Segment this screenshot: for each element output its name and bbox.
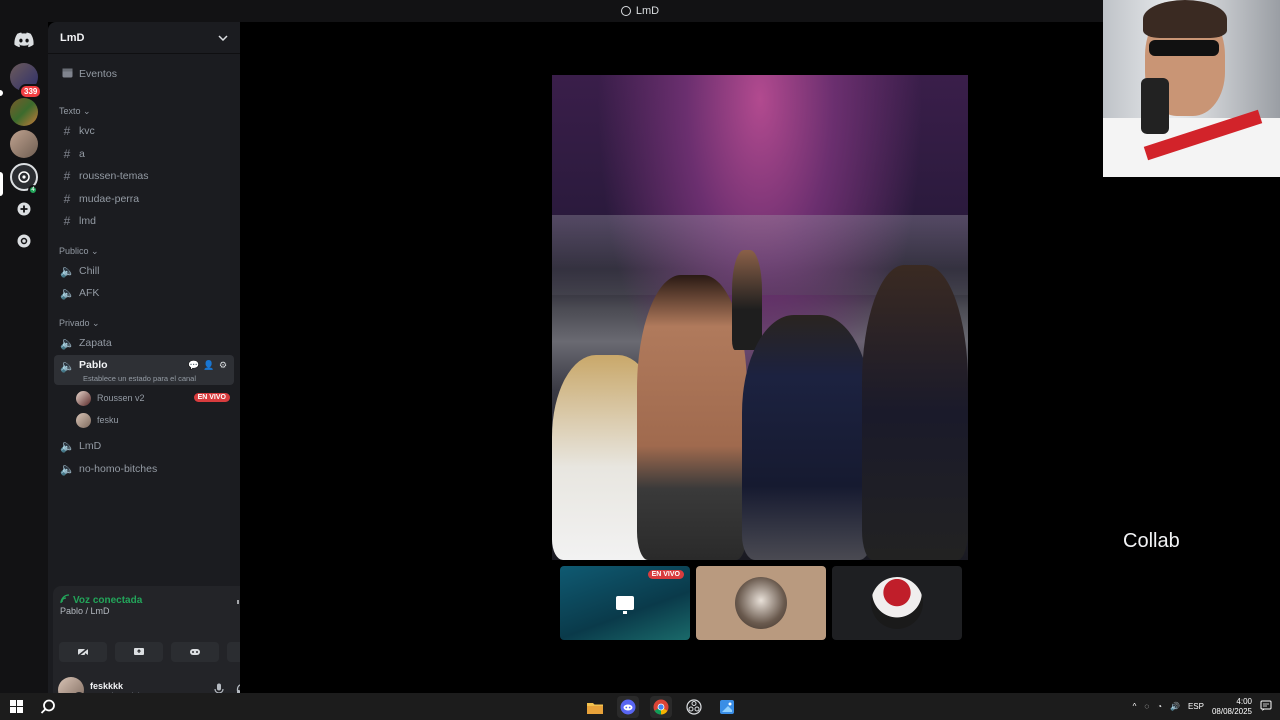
calendar-icon	[60, 67, 74, 81]
video-figure	[637, 275, 747, 560]
voice-channel-lmd[interactable]: 🔈 LmD	[54, 435, 234, 456]
server-rail: 339 4	[0, 22, 48, 693]
channel-kvc[interactable]: # kvc	[54, 120, 234, 141]
webcam-shirt	[1103, 118, 1280, 177]
mention-badge: 339	[19, 84, 43, 99]
category-privado[interactable]: Privado ⌄	[59, 318, 100, 329]
video-figure	[742, 315, 872, 560]
hash-icon: #	[63, 123, 71, 138]
chevron-up-icon[interactable]: ^	[1133, 702, 1137, 711]
discover-icon[interactable]	[10, 227, 38, 255]
channel-status[interactable]: Establece un estado para el canal	[83, 374, 196, 383]
channel-mudae-perra[interactable]: # mudae-perra	[54, 188, 234, 209]
hash-icon: #	[63, 213, 71, 228]
voice-channel-pablo[interactable]: 🔈 Pablo Establece un estado para el cana…	[54, 355, 234, 385]
username: feskkkk	[90, 680, 124, 691]
speaker-lock-icon: 🔈	[60, 359, 75, 373]
network-icon[interactable]: ◌	[1144, 702, 1149, 711]
webcam-overlay	[1103, 0, 1280, 177]
server-avatar[interactable]	[10, 130, 38, 158]
hash-icon: #	[63, 191, 71, 206]
hash-icon: #	[63, 146, 71, 161]
add-server-icon[interactable]	[10, 195, 38, 223]
avatar	[871, 577, 923, 629]
category-publico[interactable]: Publico ⌄	[59, 246, 99, 257]
collab-overlay-text: Collab	[1123, 530, 1180, 552]
chrome-icon[interactable]	[650, 696, 672, 718]
participant-tile[interactable]	[832, 566, 962, 640]
screen-share-button[interactable]	[115, 642, 163, 662]
channel-a[interactable]: # a	[54, 143, 234, 164]
activity-badge: 4	[28, 185, 38, 195]
webcam-hair	[1143, 0, 1227, 38]
clock[interactable]: 4:00 08/08/2025	[1212, 697, 1252, 717]
speaker-lock-icon: 🔈	[60, 461, 75, 476]
webcam-sunglasses	[1149, 40, 1219, 56]
live-badge: EN VIVO	[193, 393, 230, 402]
language-indicator[interactable]: ESP	[1188, 702, 1204, 711]
video-figure	[862, 265, 968, 560]
hash-icon: #	[63, 168, 71, 183]
focused-stream-video[interactable]	[552, 75, 968, 560]
server-icon	[620, 6, 631, 16]
selected-server-pill	[0, 172, 3, 196]
discord-taskbar-icon[interactable]	[617, 696, 639, 718]
file-explorer-icon[interactable]	[584, 696, 606, 718]
speaker-icon: 🔈	[60, 263, 75, 278]
channel-lmd[interactable]: # lmd	[54, 210, 234, 231]
participant-tile[interactable]	[696, 566, 826, 640]
voice-user-roussen[interactable]: Roussen v2 EN VIVO	[76, 388, 234, 408]
stream-thumbnails: EN VIVO	[560, 566, 962, 640]
screen-share-tile[interactable]: EN VIVO	[560, 566, 690, 640]
window-title-bar: LmD	[0, 0, 1280, 22]
notifications-icon[interactable]	[1260, 700, 1272, 714]
window-title: LmD	[635, 5, 660, 17]
voice-location[interactable]: Pablo / LmD	[60, 606, 110, 616]
paint-icon[interactable]	[716, 696, 738, 718]
voice-channel-afk[interactable]: 🔈 AFK	[54, 282, 234, 303]
windows-taskbar: ^ ◌ ◔ 🔊 ESP 4:00 08/08/2025	[0, 693, 1280, 720]
avatar	[735, 577, 787, 629]
speaker-lock-icon: 🔈	[60, 438, 75, 453]
webcam-phone	[1141, 78, 1169, 134]
start-icon[interactable]	[10, 700, 23, 713]
channel-sidebar: LmD Eventos Texto ⌄ # kvc # a # roussen-tem…	[48, 22, 283, 712]
voice-channel-no-homo-bitches[interactable]: 🔈 no-homo-bitches	[54, 458, 234, 479]
events-item[interactable]: Eventos	[54, 63, 234, 84]
server-avatar[interactable]	[10, 98, 38, 126]
voice-channel-chill[interactable]: 🔈 Chill	[54, 260, 234, 281]
avatar	[76, 412, 91, 428]
server-name: LmD	[60, 31, 85, 44]
gear-icon[interactable]: ⚙	[218, 360, 228, 370]
chat-icon[interactable]: 💬	[188, 360, 199, 370]
invite-icon[interactable]: 👤	[203, 360, 214, 370]
server-header[interactable]: LmD	[48, 22, 240, 54]
discord-home-icon[interactable]	[10, 26, 38, 54]
video-figure	[732, 250, 762, 350]
search-icon[interactable]	[40, 699, 56, 715]
unread-pill	[0, 90, 3, 96]
events-label: Eventos	[79, 67, 117, 80]
category-texto[interactable]: Texto ⌄	[59, 106, 91, 117]
speaker-lock-icon: 🔈	[60, 335, 75, 350]
chevron-down-icon	[218, 32, 228, 44]
screen-share-icon	[616, 596, 634, 614]
activities-button[interactable]	[171, 642, 219, 662]
speaker-icon: 🔈	[60, 285, 75, 300]
wifi-icon[interactable]: ◔	[1157, 702, 1162, 711]
live-badge: EN VIVO	[647, 570, 684, 579]
obs-icon[interactable]	[683, 696, 705, 718]
voice-channel-zapata[interactable]: 🔈 Zapata	[54, 332, 234, 353]
camera-off-button[interactable]	[59, 642, 107, 662]
volume-icon[interactable]: 🔊	[1170, 702, 1180, 711]
avatar	[76, 390, 91, 406]
channel-roussen-temas[interactable]: # roussen-temas	[54, 165, 234, 186]
voice-user-fesku[interactable]: fesku	[76, 410, 234, 430]
system-tray: ^ ◌ ◔ 🔊 ESP 4:00 08/08/2025	[1133, 693, 1272, 720]
